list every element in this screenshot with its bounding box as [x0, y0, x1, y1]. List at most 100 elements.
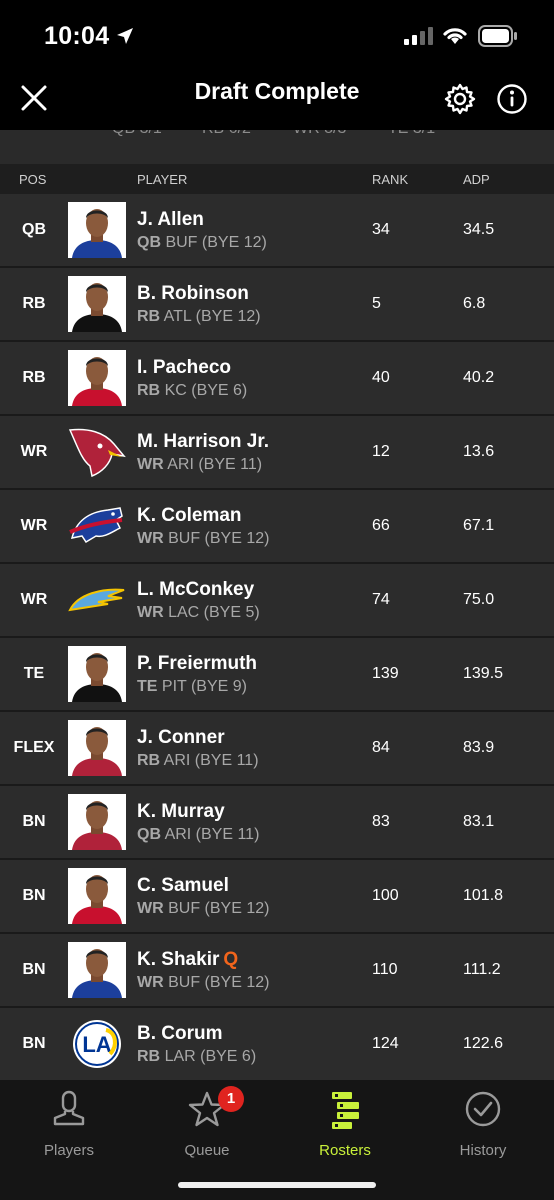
player-rank: 139 [372, 665, 399, 682]
player-team-bye: ARI (BYE 11) [167, 456, 263, 473]
rams-logo: LA [73, 1020, 121, 1068]
roster-slot: WR [20, 443, 48, 460]
player-name[interactable]: B. Robinson [137, 283, 249, 305]
player-rank: 34 [372, 221, 390, 238]
roster-row[interactable]: BN C. Samuel WR BUF (BYE 12) 100 101.8 [0, 860, 554, 934]
status-time: 10:04 [44, 22, 110, 50]
summary-rb: RB 6/2 [202, 130, 251, 138]
player-name[interactable]: B. Corum [137, 1023, 223, 1045]
player-rank: 83 [372, 813, 390, 830]
player-team-bye: LAR (BYE 6) [164, 1048, 257, 1065]
player-avatar [68, 720, 126, 776]
player-name-text: I. Pacheco [137, 357, 231, 378]
player-avatar [68, 276, 126, 332]
position-summary: QB 3/1 RB 6/2 WR 8/3 TE 3/1 [0, 130, 554, 164]
roster-slot: WR [20, 517, 48, 534]
player-details: WR LAC (BYE 5) [137, 604, 260, 622]
player-name-text: K. Coleman [137, 505, 242, 526]
player-name[interactable]: P. Freiermuth [137, 653, 257, 675]
player-name[interactable]: K. Murray [137, 801, 225, 823]
player-name[interactable]: J. Allen [137, 209, 204, 231]
roster-list: QB J. Allen QB BUF (BYE 12) 34 34.5 RB B. Robi… [0, 194, 554, 1082]
player-position: RB [137, 308, 161, 325]
player-adp: 34.5 [463, 221, 495, 238]
player-position: WR [137, 900, 164, 917]
summary-wr: WR 8/3 [293, 130, 346, 138]
player-adp: 13.6 [463, 443, 495, 460]
player-rank: 100 [372, 887, 399, 904]
player-details: WR BUF (BYE 12) [137, 974, 269, 992]
roster-slot: WR [20, 591, 48, 608]
roster-row[interactable]: WR M. Harrison Jr. WR ARI (BYE 11) 12 13.6 [0, 416, 554, 490]
player-name[interactable]: K. Shakir Q [137, 949, 238, 971]
player-position: RB [137, 752, 161, 769]
player-adp: 6.8 [463, 295, 486, 312]
player-team-bye: BUF (BYE 12) [168, 530, 270, 547]
roster-row[interactable]: BN K. Murray QB ARI (BYE 11) 83 83.1 [0, 786, 554, 860]
wifi-icon [443, 28, 467, 44]
gear-icon[interactable] [444, 83, 476, 115]
roster-row[interactable]: RB B. Robinson RB ATL (BYE 12) 5 6.8 [0, 268, 554, 342]
player-position: QB [137, 234, 161, 251]
player-rank: 84 [372, 739, 390, 756]
roster-row[interactable]: BN LA B. Corum RB LAR (BYE 6) 124 122.6 [0, 1008, 554, 1082]
battery-icon [478, 25, 517, 47]
player-rank: 12 [372, 443, 390, 460]
player-position: RB [137, 382, 161, 399]
player-team-bye: PIT (BYE 9) [161, 678, 247, 695]
player-adp: 122.6 [463, 1035, 504, 1052]
roster-slot: BN [22, 961, 46, 978]
roster-slot: TE [23, 665, 45, 682]
player-avatar [68, 572, 126, 628]
col-player[interactable]: PLAYER [137, 172, 187, 187]
player-avatar [68, 498, 126, 554]
tab-label: History [459, 1142, 507, 1159]
player-avatar [68, 202, 126, 258]
home-indicator[interactable] [178, 1182, 376, 1188]
info-icon[interactable] [496, 83, 528, 115]
player-name[interactable]: L. McConkey [137, 579, 254, 601]
player-adp: 83.9 [463, 739, 495, 756]
player-name[interactable]: J. Conner [137, 727, 225, 749]
player-position: WR [137, 530, 164, 547]
tab-label: Players [43, 1142, 95, 1159]
roster-row[interactable]: TE P. Freiermuth TE PIT (BYE 9) 139 139.5 [0, 638, 554, 712]
player-details: TE PIT (BYE 9) [137, 678, 247, 696]
summary-te: TE 3/1 [388, 130, 435, 138]
person-icon [53, 1090, 85, 1126]
roster-row[interactable]: QB J. Allen QB BUF (BYE 12) 34 34.5 [0, 194, 554, 268]
player-adp: 101.8 [463, 887, 504, 904]
svg-text:LA: LA [82, 1032, 111, 1057]
player-adp: 83.1 [463, 813, 495, 830]
player-name[interactable]: M. Harrison Jr. [137, 431, 269, 453]
roster-row[interactable]: BN K. Shakir Q WR BUF (BYE 12) 110 111.2 [0, 934, 554, 1008]
player-team-bye: ARI (BYE 11) [163, 752, 259, 769]
player-team-bye: BUF (BYE 12) [165, 234, 267, 251]
roster-row[interactable]: WR L. McConkey WR LAC (BYE 5) 74 75.0 [0, 564, 554, 638]
roster-slot: BN [22, 813, 46, 830]
column-headers: POS PLAYER RANK ADP [0, 164, 554, 194]
player-position: WR [137, 456, 164, 473]
player-name[interactable]: C. Samuel [137, 875, 229, 897]
player-name[interactable]: I. Pacheco [137, 357, 231, 379]
roster-row[interactable]: WR K. Coleman WR BUF (BYE 12) 66 67.1 [0, 490, 554, 564]
roster-slot: QB [22, 221, 46, 238]
player-name-text: K. Shakir [137, 949, 220, 970]
status-bar: 10:04 [0, 0, 554, 70]
player-team-bye: LAC (BYE 5) [168, 604, 260, 621]
player-team-bye: ATL (BYE 12) [163, 308, 261, 325]
player-rank: 40 [372, 369, 390, 386]
player-avatar: LA [68, 1016, 126, 1072]
player-adp: 111.2 [463, 961, 501, 978]
player-photo [68, 350, 126, 406]
player-team-bye: KC (BYE 6) [164, 382, 248, 399]
player-team-bye: BUF (BYE 12) [168, 900, 270, 917]
col-adp[interactable]: ADP [463, 172, 490, 187]
roster-row[interactable]: FLEX J. Conner RB ARI (BYE 11) 84 83.9 [0, 712, 554, 786]
col-pos[interactable]: POS [19, 172, 46, 187]
roster-row[interactable]: RB I. Pacheco RB KC (BYE 6) 40 40.2 [0, 342, 554, 416]
roster-slot: BN [22, 887, 46, 904]
player-name[interactable]: K. Coleman [137, 505, 242, 527]
player-team-bye: BUF (BYE 12) [168, 974, 270, 991]
col-rank[interactable]: RANK [372, 172, 408, 187]
